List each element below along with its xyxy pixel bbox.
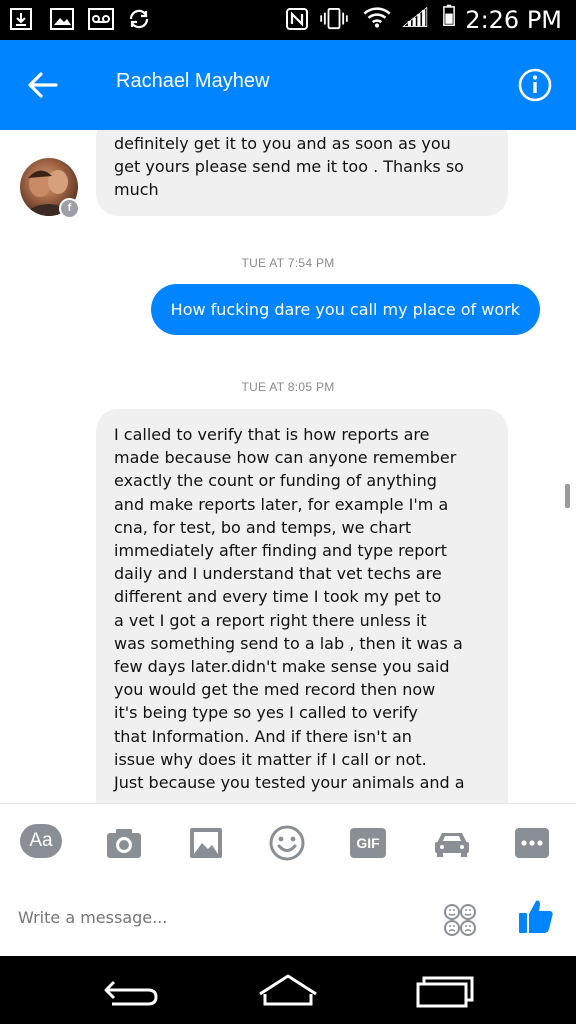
message-line: cna, for test, bo and temps, we chart [114,517,412,537]
composer-toolbar: Aa GIF [0,803,576,881]
message-list[interactable]: definitely get it to you and as soon as … [0,130,576,803]
message-line: a vet I got a report right there unless … [114,610,427,630]
message-line: definitely get it to you and as soon as … [114,134,451,153]
facebook-badge-icon: f [59,198,80,219]
message-line: it's being type so yes I called to verif… [114,703,418,723]
message-line: exactly the count or funding of anything [114,471,437,491]
system-nav-bar [0,956,576,1024]
timestamp: TUE AT 7:54 PM [241,256,335,270]
status-bar: 2:26 PM [0,0,576,40]
sync-icon [129,9,149,29]
timestamp: TUE AT 8:05 PM [241,380,335,394]
image-notification-icon [50,8,74,30]
message-line: I called to verify that is how reports a… [114,425,430,444]
wifi-icon [363,7,391,28]
emoji-icon[interactable] [266,824,308,862]
message-line: that Information. And if there isn't an [114,726,412,746]
home-nav-icon[interactable] [255,972,321,1012]
vibrate-icon [320,8,348,30]
incoming-message[interactable]: definitely get it to you and as soon as … [96,130,508,216]
aa-icon[interactable]: Aa [20,824,62,858]
message-line: daily and I understand that vet techs ar… [114,564,442,584]
message-line: different and every time I took my pet t… [114,587,442,607]
gif-label: GIF [356,835,380,851]
aa-label: Aa [29,830,53,851]
conversation-header: Rachael Mayhew [0,40,576,130]
message-line: and make reports later, for example I'm … [114,494,449,514]
clock: 2:26 PM [465,6,562,34]
message-line: few days later.didn't make sense you sai… [114,657,450,677]
gif-icon[interactable]: GIF [350,828,386,858]
message-line: made because how can anyone remember [114,448,457,468]
incoming-message[interactable]: I called to verify that is how reports a… [96,409,508,803]
info-icon[interactable] [518,68,552,102]
battery-icon [443,4,455,26]
recent-apps-icon[interactable] [410,972,476,1012]
stickers-icon[interactable] [442,902,478,938]
back-arrow-icon[interactable] [26,68,60,102]
signal-icon [402,6,428,27]
message-input[interactable] [18,908,418,927]
message-line: much [114,180,159,200]
message-line: Just because you tested your animals and… [114,773,465,793]
voicemail-icon [88,8,114,30]
back-nav-icon[interactable] [100,972,166,1012]
message-line: immediately after finding and type repor… [114,541,448,561]
scrollbar[interactable] [565,484,570,508]
contact-name[interactable]: Rachael Mayhew [116,70,269,93]
gallery-icon[interactable] [186,826,226,860]
message-line: issue why does it matter if I call or no… [114,749,427,769]
download-icon [10,8,32,30]
thumbs-up-icon[interactable] [516,896,556,936]
composer [0,880,576,956]
car-icon[interactable] [432,826,472,860]
outgoing-message[interactable]: How fucking dare you call my place of wo… [150,284,540,335]
more-icon[interactable] [514,827,550,859]
nfc-icon [286,8,308,30]
message-line: get yours please send me it too . Thanks… [114,157,464,177]
message-line: was something send to a lab , then it wa… [114,633,463,653]
message-line: you would get the med record then now [114,680,436,700]
camera-icon[interactable] [104,826,144,860]
